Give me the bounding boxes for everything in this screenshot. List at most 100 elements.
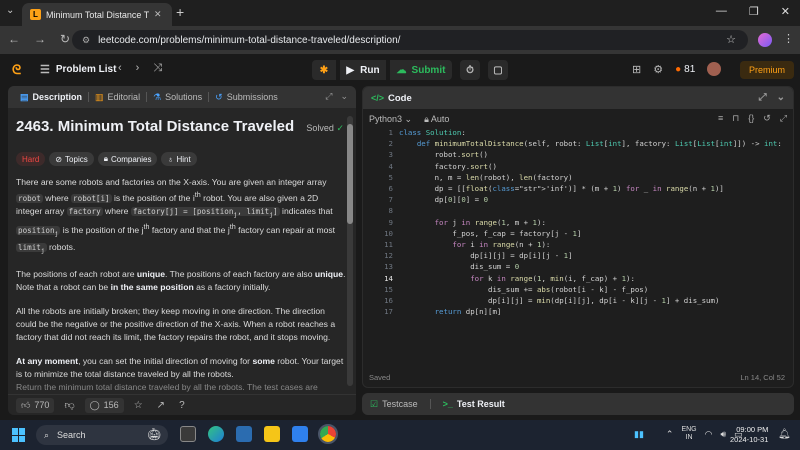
tab-testcase[interactable]: ☑ Testcase xyxy=(370,399,418,410)
leetcode-logo[interactable]: ᘓ xyxy=(12,62,21,78)
collapse-panel-icon[interactable]: ⌄ xyxy=(340,91,348,102)
volume-icon[interactable]: 🔊︎ xyxy=(720,429,726,440)
bookmark-star-icon[interactable]: ☆ xyxy=(726,33,736,46)
search-label: Search xyxy=(57,430,86,440)
text: . The positions of each factory are also xyxy=(165,269,315,280)
edge-icon[interactable] xyxy=(208,426,224,442)
back-icon[interactable]: ← xyxy=(8,32,20,46)
reload-icon[interactable]: ↻ xyxy=(60,32,70,46)
format-icon[interactable]: ≡ xyxy=(718,113,723,124)
user-avatar[interactable] xyxy=(707,62,722,76)
description-paragraph: At any moment, you can set the initial d… xyxy=(16,355,346,381)
collapse-panel-icon[interactable]: ⌄ xyxy=(777,92,785,103)
close-tab-icon[interactable]: ✕ xyxy=(154,9,166,20)
maximize-panel-icon[interactable]: ⤢ xyxy=(325,91,332,102)
tab-description[interactable]: ▤ Description xyxy=(14,92,88,103)
tab-editorial[interactable]: ▥ Editorial xyxy=(89,92,146,103)
site-info-icon[interactable]: ⚙ xyxy=(82,35,90,46)
maximize-panel-icon[interactable]: ⤢ xyxy=(759,92,767,103)
submit-button[interactable]: ☁ Submit xyxy=(390,60,452,80)
file-explorer-icon[interactable] xyxy=(264,426,280,442)
problem-description: 2463. Minimum Total Distance Traveled So… xyxy=(16,118,346,388)
bookmark-icon[interactable]: ⊓ xyxy=(732,113,739,124)
auto-toggle[interactable]: 🔒︎ Auto xyxy=(424,114,449,125)
favorite-star-icon[interactable]: ☆ xyxy=(130,400,147,411)
language-indicator[interactable]: ENG IN xyxy=(681,426,696,442)
problem-title[interactable]: 2463. Minimum Total Distance Traveled xyxy=(16,118,346,135)
system-clock[interactable]: 09:00 PM 2024-10-31 xyxy=(730,425,768,445)
premium-button[interactable]: Premium xyxy=(740,61,794,79)
notes-icon[interactable]: ▢ xyxy=(488,60,508,80)
bold-text: some xyxy=(252,356,275,367)
url-input[interactable]: ⚙ leetcode.com/problems/minimum-total-di… xyxy=(72,30,748,50)
undo-icon[interactable]: ↺ xyxy=(763,113,771,124)
debug-icon[interactable]: ✱ xyxy=(312,60,336,80)
windows-start-icon[interactable] xyxy=(12,428,26,442)
tab-solutions[interactable]: ⚗ Solutions xyxy=(147,92,208,103)
restore-icon[interactable]: ❐ xyxy=(749,5,759,18)
notification-bell-icon[interactable]: 🔔︎ xyxy=(778,429,791,440)
problem-list-button[interactable]: ☰ Problem List xyxy=(40,63,116,76)
tab-submissions[interactable]: ↺ Submissions xyxy=(209,92,284,103)
profile-avatar[interactable] xyxy=(758,33,772,47)
new-tab-icon[interactable]: + xyxy=(176,4,184,20)
share-icon[interactable]: ↗ xyxy=(153,400,169,411)
inline-code: robot xyxy=(16,193,43,203)
timer-icon[interactable]: ⏱ xyxy=(460,60,480,80)
taskbar-search[interactable]: ⌕ Search 🎃︎ xyxy=(36,425,168,445)
run-button[interactable]: ▶ Run xyxy=(340,60,386,80)
leetcode-navbar: ᘓ ☰ Problem List ‹ › ⤨ ✱ ▶ Run ☁ Submit … xyxy=(0,54,800,86)
thumbs-up-icon: 👍︎ xyxy=(21,399,31,410)
prev-problem-icon[interactable]: ‹ xyxy=(118,62,122,75)
braces-icon[interactable]: {} xyxy=(748,113,754,124)
widget-app-icon[interactable]: ▮▮ xyxy=(634,429,644,440)
shuffle-icon[interactable]: ⤨ xyxy=(153,62,162,75)
scrollbar-thumb[interactable] xyxy=(347,124,353,224)
chevron-up-icon[interactable]: ⌃ xyxy=(666,429,674,440)
text: factory can repair at most xyxy=(235,225,336,236)
wifi-icon[interactable]: ◠ xyxy=(705,429,713,440)
taskbar-apps xyxy=(180,424,338,444)
difficulty-badge: Hard xyxy=(16,152,46,166)
vscode-icon[interactable] xyxy=(292,426,308,442)
language-select[interactable]: Python3 ⌄ xyxy=(369,114,412,125)
problem-tags: Hard ⊘ Topics 🔒︎ Companies ♁ Hint xyxy=(16,152,197,166)
text: is the position of the j xyxy=(60,225,144,236)
minimize-icon[interactable]: — xyxy=(716,5,727,18)
dislike-icon[interactable]: 👎︎ xyxy=(60,399,78,411)
panel-controls: ⤢ ⌄ xyxy=(759,92,785,103)
leetcode-favicon: L xyxy=(30,9,41,20)
comments-button[interactable]: ◯ 156 xyxy=(84,397,124,413)
store-icon[interactable] xyxy=(236,426,252,442)
companies-button[interactable]: 🔒︎ Companies xyxy=(97,152,158,166)
task-view-icon[interactable] xyxy=(180,426,196,442)
streak-counter[interactable]: ● 81 xyxy=(675,64,695,75)
help-icon[interactable]: ? xyxy=(175,400,189,411)
browser-menu-icon[interactable]: ⋮ xyxy=(783,32,794,45)
topics-button[interactable]: ⊘ Topics xyxy=(49,152,94,166)
chrome-icon[interactable] xyxy=(318,424,338,444)
browser-tab-strip: ⌄ L Minimum Total Distance Travele ✕ + —… xyxy=(0,0,800,26)
next-problem-icon[interactable]: › xyxy=(136,62,140,75)
forward-icon[interactable]: → xyxy=(34,32,46,46)
tab-editorial-label: Editorial xyxy=(107,92,141,102)
lock-icon: 🔒︎ xyxy=(103,154,108,163)
fullscreen-icon[interactable]: ⤢ xyxy=(780,113,787,124)
code-part: limit xyxy=(18,242,41,252)
problem-body: There are some robots and factories on t… xyxy=(16,176,346,388)
code-editor[interactable]: 1 class Solution: 2 def minimumTotalDistan… xyxy=(363,128,793,369)
tab-test-result[interactable]: >_ Test Result xyxy=(443,399,505,409)
settings-gear-icon[interactable]: ⚙ xyxy=(653,63,663,76)
code-panel: </> Code ⤢ ⌄ Python3 ⌄ 🔒︎ Auto ≡ ⊓ {} ↺ … xyxy=(362,86,794,388)
like-button[interactable]: 👍︎ 770 xyxy=(16,397,55,413)
layout-icon[interactable]: ⊞ xyxy=(632,63,641,76)
topics-label: Topics xyxy=(65,154,88,164)
hint-button[interactable]: ♁ Hint xyxy=(161,152,197,166)
description-scrollbar[interactable] xyxy=(347,116,353,386)
user-nav: ⊞ ⚙ ● 81 xyxy=(632,62,722,76)
browser-tab[interactable]: L Minimum Total Distance Travele ✕ xyxy=(22,3,172,26)
tab-search-icon[interactable]: ⌄ xyxy=(6,5,14,16)
line-number: 8 xyxy=(388,206,393,216)
code-line: def minimumTotalDistance(self, robot: Li… xyxy=(416,139,782,149)
close-window-icon[interactable]: ✕ xyxy=(781,5,790,18)
